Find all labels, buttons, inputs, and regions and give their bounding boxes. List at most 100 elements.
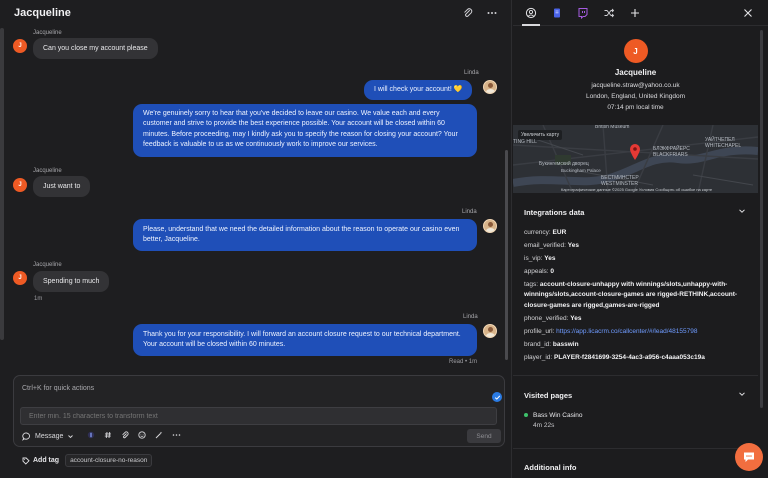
emoji-icon[interactable] [138,431,147,441]
active-tab-indicator [522,24,540,26]
customer-avatar: J [13,178,27,192]
message-bubble-outgoing: I will check your account! 💛 [364,80,473,100]
customer-profile: J Jacqueline jacqueline.straw@yahoo.co.u… [513,36,758,113]
attachment-icon[interactable] [121,431,129,441]
add-tab-icon[interactable] [629,7,641,19]
field-value: PLAYER-f2841699-3254-4ac3-a956-c4aaa053c… [554,354,705,361]
location-map[interactable]: Увеличить карту British Museum TING HILL… [513,125,758,193]
section-divider [513,448,758,449]
field-value: account-closure-unhappy with winnings/sl… [524,281,738,309]
read-receipt: Read • 1m [449,359,478,365]
message-composer[interactable]: Ctrl+K for quick actions Message [13,375,505,447]
sender-name: Jacqueline [33,30,62,36]
map-label: TING HILL [513,139,537,145]
map-label: Букингемский дворец [539,161,589,167]
map-label: BLACKFRIARS [653,152,688,158]
field-value: 0 [550,268,555,275]
integration-field: appeals: 0 [524,268,555,275]
agent-avatar [483,219,497,233]
integration-field: email_verified: Yes [524,242,579,249]
add-tag-button[interactable]: Add tag [22,457,59,465]
chevron-down-icon [68,434,74,438]
message-bubble-outgoing: Thank you for your responsibility. I wil… [133,324,477,356]
chat-pane: Jacqueline Jacqueline J Can you close my… [0,0,512,478]
quick-actions-hint[interactable]: Ctrl+K for quick actions [22,385,94,392]
more-tools-icon[interactable] [172,431,181,441]
sender-name: Jacqueline [33,262,62,268]
field-value: EUR [552,229,567,236]
additional-info-section-title[interactable]: Additional info [524,463,577,472]
map-pin-icon [630,144,640,160]
integration-field: currency: EUR [524,229,567,236]
profile-url-link[interactable]: https://app.licacrm.co/callcenter/#/lead… [556,328,697,335]
magic-wand-icon[interactable] [155,431,163,441]
customer-email[interactable]: jacqueline.straw@yahoo.co.uk [513,80,758,91]
send-button[interactable]: Send [467,429,501,443]
transform-text-input[interactable] [20,407,497,425]
map-label: British Museum [595,125,630,130]
chat-header-actions [462,7,498,19]
field-value: Yes [570,315,582,322]
integration-field: profile_url: https://app.licacrm.co/call… [524,328,698,335]
chat-header: Jacqueline [0,0,512,26]
agent-avatar [483,324,497,338]
visited-page-name: Bass Win Casino [533,412,583,419]
field-value: Yes [567,242,579,249]
message-mode-label: Message [35,432,64,440]
message-bubble-incoming: Can you close my account please [33,38,158,59]
integrations-section-title[interactable]: Integrations data [524,208,584,217]
visited-pages-section-title[interactable]: Visited pages [524,391,572,400]
visited-page-item[interactable]: Bass Win Casino 4m 22s [524,412,583,429]
chat-icon [744,452,754,462]
tag-row: Add tag account-closure-no-reason [22,454,153,467]
tab-shuffle-icon[interactable] [603,7,615,19]
customer-local-time: 07:14 pm local time [607,104,664,111]
section-divider [513,375,758,376]
customer-location: London, England, United Kingdom [585,93,686,100]
chat-title: Jacqueline [14,7,71,19]
close-panel-icon[interactable] [742,7,754,19]
agent-name: Linda [462,209,477,215]
tab-twitch-icon[interactable] [577,7,589,19]
message-bubble-incoming: Spending to much [33,271,110,292]
customer-side-panel: J Jacqueline jacqueline.straw@yahoo.co.u… [513,0,768,478]
field-value: Yes [544,255,556,262]
tab-profile-icon[interactable] [525,7,537,19]
hashtag-icon[interactable] [104,431,112,441]
checkmark-icon [492,392,502,402]
message-time: 1m [34,296,43,302]
tag-icon [22,457,30,465]
more-options-icon[interactable] [486,7,498,19]
online-dot-icon [524,413,528,417]
tag-chip[interactable]: account-closure-no-reason [65,454,153,467]
message-mode-dropdown[interactable]: Message [22,432,74,441]
attach-link-icon[interactable] [462,7,474,19]
agent-avatar [483,80,497,94]
message-bubble-outgoing: We're genuinely sorry to hear that you'v… [133,104,477,157]
map-label: WHITECHAPEL [705,143,742,149]
integration-field: phone_verified: Yes [524,315,582,322]
add-tag-label: Add tag [33,457,60,464]
app-root: Jacqueline Jacqueline J Can you close my… [0,0,768,478]
customer-name: Jacqueline [614,68,657,77]
map-label: Buckingham Palace [561,168,601,173]
agent-name: Linda [463,314,478,320]
visited-page-duration: 4m 22s [533,422,555,429]
chevron-down-icon[interactable] [738,207,746,215]
map-attribution: Картографические данные ©2025 Google Усл… [561,187,713,192]
integration-field: player_id: PLAYER-f2841699-3254-4ac3-a95… [524,354,705,361]
customer-avatar: J [13,39,27,53]
chat-left-scroll-track[interactable] [0,28,4,340]
ai-assist-icon[interactable] [87,431,95,441]
chevron-down-icon[interactable] [738,390,746,398]
agent-name: Linda [464,70,479,76]
chat-launcher-button[interactable] [735,443,763,471]
integration-field: is_vip: Yes [524,255,556,262]
customer-profile-avatar: J [623,39,648,63]
field-value: basswin [552,341,579,348]
tab-bookmark-icon[interactable] [551,7,563,19]
side-panel-tabs [513,0,768,26]
chat-scrollbar[interactable] [505,150,508,360]
integration-field-tags: tags: account-closure-unhappy with winni… [524,281,738,309]
side-panel-scrollbar[interactable] [760,30,763,408]
